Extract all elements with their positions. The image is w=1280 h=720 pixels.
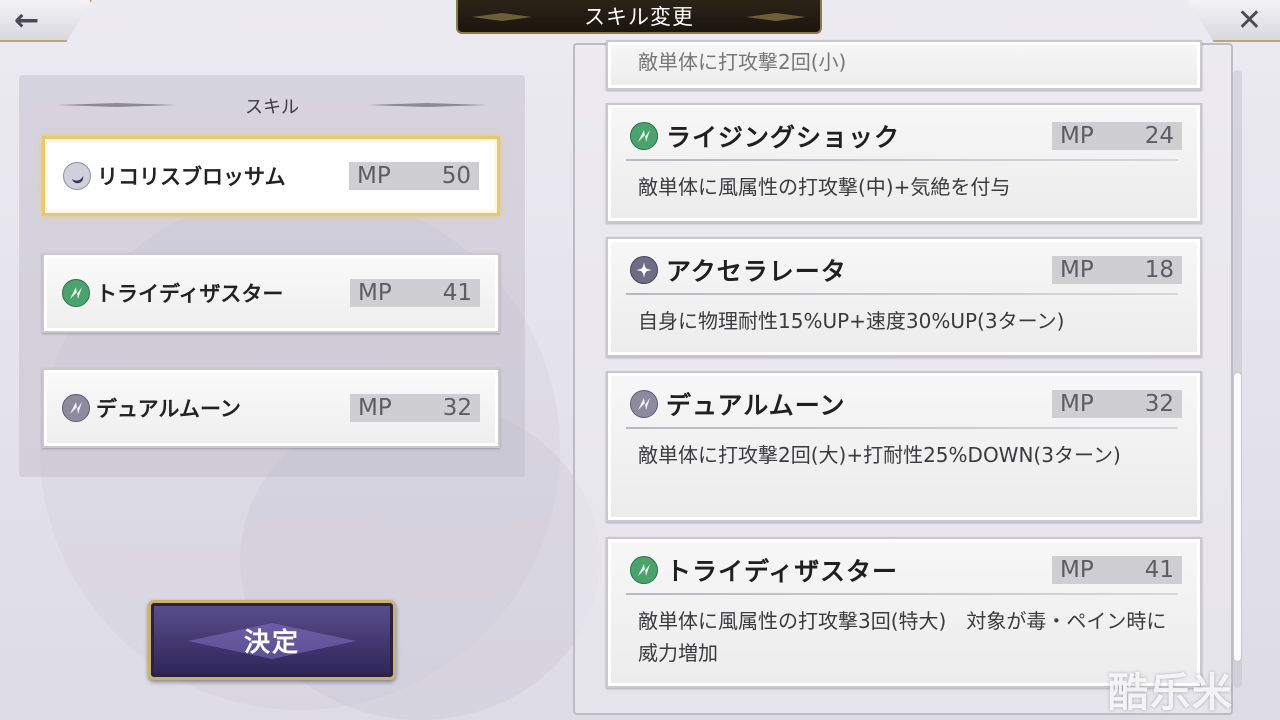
skill-name: リコリスブロッサム (97, 164, 286, 189)
skill-description: 敵単体に打攻撃2回(小) (638, 50, 847, 74)
divider (626, 159, 1178, 161)
close-icon: ✕ (1236, 2, 1262, 38)
divider (626, 593, 1178, 595)
decide-button[interactable]: 決定 (148, 600, 396, 680)
strike-icon (630, 390, 658, 418)
mp-cost: MP 32 (1052, 390, 1182, 418)
back-button[interactable]: ← (0, 0, 92, 42)
skill-name: トライディザスター (666, 557, 899, 586)
equipped-skills-panel: スキル リコリスブロッサム MP 50 トライディザスター MP 41 デュアルムー… (19, 75, 525, 477)
gear-icon (630, 256, 658, 284)
skill-description: 敵単体に風属性の打攻撃(中)+気絶を付与 (638, 175, 1011, 199)
skill-name: トライディザスター (96, 281, 284, 306)
divider (626, 293, 1178, 295)
close-button[interactable]: ✕ (1188, 0, 1280, 42)
wind-icon (62, 279, 90, 307)
back-arrow-icon: ← (14, 2, 40, 38)
watermark: 酷乐米 (1108, 670, 1234, 716)
mp-cost: MP 41 (1052, 556, 1182, 584)
skill-name: デュアルムーン (96, 396, 241, 421)
equipped-skills-heading: スキル (19, 93, 525, 119)
skill-description: 敵単体に風属性の打攻撃3回(特大) 対象が毒・ペイン時に威力増加 (638, 609, 1167, 665)
page-title: スキル変更 (456, 0, 822, 34)
equipped-skill-slot-3[interactable]: デュアルムーン MP 32 (42, 368, 500, 448)
strike-icon (62, 394, 90, 422)
equipped-skill-slot-1[interactable]: リコリスブロッサム MP 50 (42, 136, 500, 216)
skill-description: 敵単体に打攻撃2回(大)+打耐性25%DOWN(3ターン) (638, 443, 1121, 467)
mp-cost: MP 50 (349, 162, 479, 190)
equipped-skill-slot-2[interactable]: トライディザスター MP 41 (42, 253, 500, 333)
wind-icon (630, 556, 658, 584)
skill-list-item-partial[interactable]: 敵単体に打攻撃2回(小) (606, 40, 1202, 90)
skill-list-item[interactable]: デュアルムーン MP 32 敵単体に打攻撃2回(大)+打耐性25%DOWN(3ター… (606, 371, 1202, 522)
mp-cost: MP 41 (350, 279, 480, 307)
divider (626, 427, 1178, 429)
scrollbar-thumb[interactable] (1233, 372, 1242, 662)
moon-icon (63, 162, 91, 190)
page-title-text: スキル変更 (584, 5, 694, 29)
skill-name: アクセラレータ (666, 257, 847, 286)
skill-name: ライジングショック (666, 123, 901, 152)
wind-icon (630, 122, 658, 150)
mp-cost: MP 18 (1052, 256, 1182, 284)
skill-list-item[interactable]: アクセラレータ MP 18 自身に物理耐性15%UP+速度30%UP(3ターン) (606, 237, 1202, 357)
skill-name: デュアルムーン (666, 391, 846, 420)
skill-list-item[interactable]: ライジングショック MP 24 敵単体に風属性の打攻撃(中)+気絶を付与 (606, 103, 1202, 223)
skill-description: 自身に物理耐性15%UP+速度30%UP(3ターン) (638, 309, 1065, 333)
mp-cost: MP 24 (1052, 122, 1182, 150)
decide-label: 決定 (243, 627, 300, 658)
mp-cost: MP 32 (350, 394, 480, 422)
